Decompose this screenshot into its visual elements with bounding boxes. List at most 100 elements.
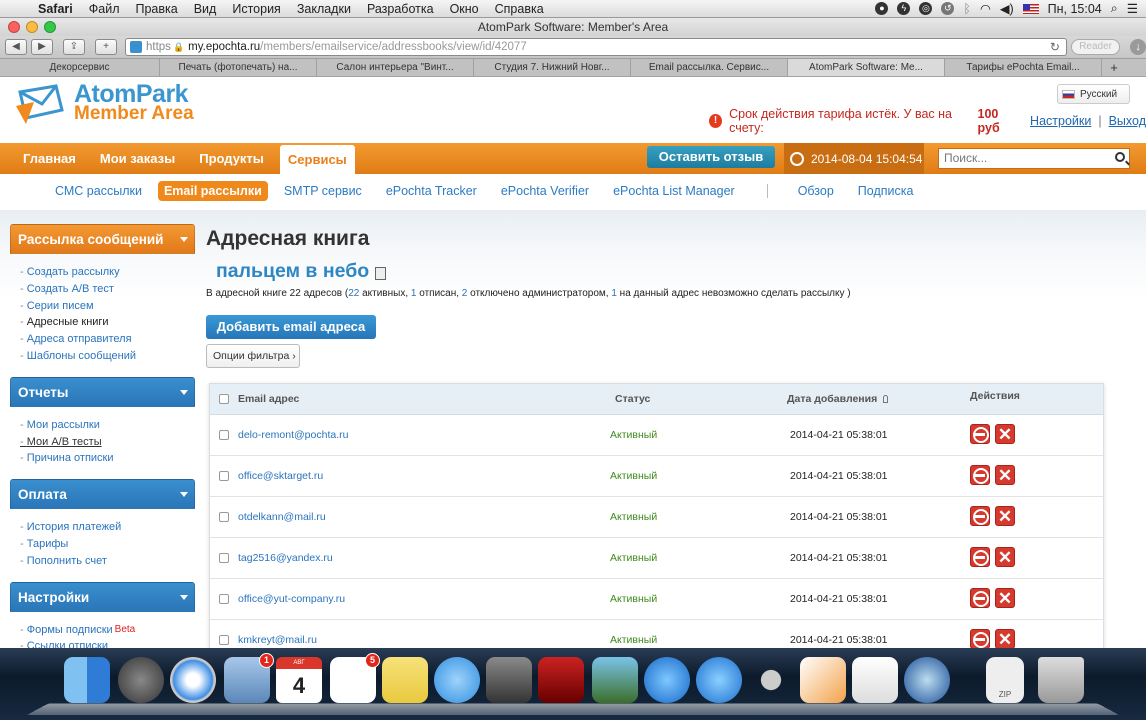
sidebar-item-payment-history[interactable]: История платежей (20, 519, 195, 536)
active-count-link[interactable]: 22 (348, 288, 359, 299)
subnav-overview[interactable]: Обзор (788, 184, 846, 198)
subnav-list-manager[interactable]: ePochta List Manager (601, 184, 747, 198)
row-email[interactable]: tag2516@yandex.ru (238, 538, 333, 579)
row-checkbox[interactable] (219, 512, 229, 522)
sidebar-item-create-mailing[interactable]: Создать рассылку (20, 264, 195, 281)
menu-bookmarks[interactable]: Закладки (289, 2, 359, 16)
sidebar-section-payment[interactable]: Оплата (10, 479, 195, 510)
tab[interactable]: Студия 7. Нижний Новг... (474, 59, 631, 76)
header-date[interactable]: Дата добавления (787, 384, 889, 415)
calendar-icon[interactable]: АВГ 4 (276, 657, 322, 703)
minimize-window-button[interactable] (26, 21, 38, 33)
pages-icon[interactable] (800, 657, 846, 703)
menu-safari[interactable]: Safari (30, 2, 81, 16)
record-icon[interactable]: ● (875, 2, 889, 15)
sidebar-section-mailing[interactable]: Рассылка сообщений (10, 224, 195, 254)
bluetooth-icon[interactable]: ᛒ (963, 2, 971, 16)
time-machine-icon[interactable]: ↺ (941, 2, 955, 15)
sidebar-item-my-ab-tests[interactable]: Мои А/В тесты (20, 434, 195, 451)
share-button[interactable]: ⇪ (63, 39, 85, 55)
tab[interactable]: Декорсервис (0, 59, 160, 76)
tab[interactable]: Салон интерьера "Винт... (317, 59, 474, 76)
app-store-icon[interactable] (696, 657, 742, 703)
nav-my-orders[interactable]: Мои заказы (88, 143, 187, 174)
sidebar-item-unsubscribe-links[interactable]: Ссылки отписки (20, 638, 195, 648)
subnav-subscription[interactable]: Подписка (846, 184, 926, 198)
tab[interactable]: Печать (фотопечать) на... (160, 59, 317, 76)
block-icon[interactable] (970, 588, 990, 608)
reader-button[interactable]: Reader (1070, 39, 1121, 55)
reload-icon[interactable]: ↻ (1050, 40, 1060, 54)
notifications-icon[interactable]: ☰ (1127, 1, 1138, 16)
select-all-checkbox[interactable] (219, 394, 229, 404)
copy-icon[interactable] (375, 266, 387, 280)
add-email-button[interactable]: Добавить email адреса (206, 315, 376, 339)
sidebar-item-unsubscribe-reasons[interactable]: Причина отписки (20, 450, 195, 467)
tab[interactable]: Тарифы ePochta Email... (945, 59, 1102, 76)
search-input[interactable]: Поиск... (938, 148, 1130, 169)
delete-icon[interactable]: ✕ (995, 465, 1015, 485)
row-email[interactable]: kmkreyt@mail.ru (238, 620, 317, 648)
menu-window[interactable]: Окно (442, 2, 487, 16)
menu-develop[interactable]: Разработка (359, 2, 442, 16)
reminders-icon[interactable]: 5 (330, 653, 380, 703)
block-icon[interactable] (970, 506, 990, 526)
sidebar-item-my-mailings[interactable]: Мои рассылки (20, 417, 195, 434)
menu-edit[interactable]: Правка (127, 2, 185, 16)
header-status[interactable]: Статус (615, 384, 650, 415)
feedback-button[interactable]: Оставить отзыв (647, 146, 775, 168)
nav-services[interactable]: Сервисы (279, 145, 355, 174)
downloads-icon[interactable]: ↓ (1130, 39, 1146, 55)
sidebar-item-templates[interactable]: Шаблоны сообщений (20, 348, 195, 365)
launchpad-icon[interactable] (118, 657, 164, 703)
new-tab-button[interactable]: + (95, 39, 117, 55)
sync-icon[interactable]: ◎ (919, 2, 933, 15)
input-source-flag-icon[interactable] (1022, 3, 1039, 14)
nav-products[interactable]: Продукты (187, 143, 276, 174)
delete-icon[interactable]: ✕ (995, 629, 1015, 648)
block-icon[interactable] (970, 547, 990, 567)
finder-icon[interactable] (64, 657, 110, 703)
facetime-icon[interactable] (486, 657, 532, 703)
row-checkbox[interactable] (219, 635, 229, 645)
bolt-icon[interactable]: ϟ (897, 2, 911, 15)
itunes-icon[interactable] (644, 657, 690, 703)
iphoto-icon[interactable] (592, 657, 638, 703)
delete-icon[interactable]: ✕ (995, 506, 1015, 526)
menubar-clock[interactable]: Пн, 15:04 (1048, 2, 1102, 16)
sidebar-section-settings[interactable]: Настройки (10, 581, 195, 612)
row-email[interactable]: office@sktarget.ru (238, 456, 323, 497)
quicktime-icon[interactable] (904, 657, 950, 703)
logout-link[interactable]: Выход (1109, 114, 1146, 128)
subnav-email[interactable]: Email рассылки (157, 181, 268, 201)
menu-history[interactable]: История (224, 2, 288, 16)
nav-home[interactable]: Главная (0, 143, 88, 174)
zip-file-icon[interactable]: ZIP (986, 657, 1024, 703)
photo-booth-icon[interactable] (538, 657, 584, 703)
address-bar[interactable]: https 🔒 my.epochta.ru /members/emailserv… (125, 38, 1067, 56)
header-email[interactable]: Email адрес (238, 384, 299, 415)
menu-view[interactable]: Вид (186, 2, 225, 16)
textedit-icon[interactable] (852, 657, 898, 703)
delete-icon[interactable]: ✕ (995, 424, 1015, 444)
sidebar-item-sender-addresses[interactable]: Адреса отправителя (20, 331, 195, 348)
language-selector[interactable]: Русский (1057, 84, 1130, 104)
block-icon[interactable] (970, 629, 990, 648)
delete-icon[interactable]: ✕ (995, 547, 1015, 567)
sidebar-item-tariffs[interactable]: Тарифы (20, 536, 195, 553)
keychain-icon[interactable] (748, 657, 794, 703)
forward-button[interactable]: ▶ (31, 39, 53, 55)
row-email[interactable]: office@yut-company.ru (238, 579, 345, 620)
subnav-sms[interactable]: СМС рассылки (0, 184, 154, 198)
menu-file[interactable]: Файл (81, 2, 128, 16)
filter-options-button[interactable]: Опции фильтра › (206, 344, 300, 368)
search-icon[interactable] (1115, 152, 1125, 162)
mail-icon[interactable]: 1 (224, 653, 274, 703)
logo[interactable]: AtomPark Member Area (16, 82, 194, 126)
row-checkbox[interactable] (219, 471, 229, 481)
menu-help[interactable]: Справка (487, 2, 552, 16)
row-checkbox[interactable] (219, 553, 229, 563)
sidebar-item-create-ab-test[interactable]: Создать А/В тест (20, 281, 195, 298)
subnav-verifier[interactable]: ePochta Verifier (489, 184, 601, 198)
trash-icon[interactable] (1038, 657, 1084, 703)
